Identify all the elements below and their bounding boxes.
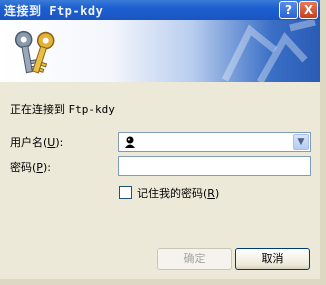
title-bar[interactable]: 连接到 Ftp-kdy ? X [0,0,320,20]
connecting-message: 正在连接到 Ftp-kdy [10,101,115,117]
remember-accel-close: ) [214,187,220,200]
ok-button[interactable]: 确定 [157,248,232,270]
password-label: 密码(P): [10,159,51,175]
chevron-down-icon[interactable]: ▼ [293,134,309,150]
remember-accel-key: R [207,187,215,200]
connecting-prefix: 正在连接到 [10,103,69,116]
banner [0,20,320,82]
remember-label-text: 记住我的密码 [137,187,203,200]
password-label-text: 密码 [10,161,32,174]
username-label: 用户名(U): [10,134,63,150]
cancel-button[interactable]: 取消 [235,248,310,270]
keys-icon [14,30,55,74]
remember-password-checkbox[interactable] [119,186,132,199]
username-accel-close: ): [55,136,64,149]
password-field[interactable] [118,156,311,176]
window-title: 连接到 Ftp-kdy [4,4,104,18]
remember-password-label[interactable]: 记住我的密码(R) [137,185,219,201]
password-accel-close: ): [42,161,51,174]
banner-decoration [221,20,316,82]
close-button[interactable]: X [299,1,318,19]
help-button[interactable]: ? [279,1,298,19]
password-accel-key: P [36,161,43,174]
user-icon [125,136,135,148]
login-dialog: 连接到 Ftp-kdy ? X 正在连接到 Ftp-kdy 用户名(U): ▼ … [0,0,326,285]
username-label-text: 用户名 [10,136,43,149]
connecting-host: Ftp-kdy [68,103,115,116]
username-combobox[interactable]: ▼ [118,132,311,152]
